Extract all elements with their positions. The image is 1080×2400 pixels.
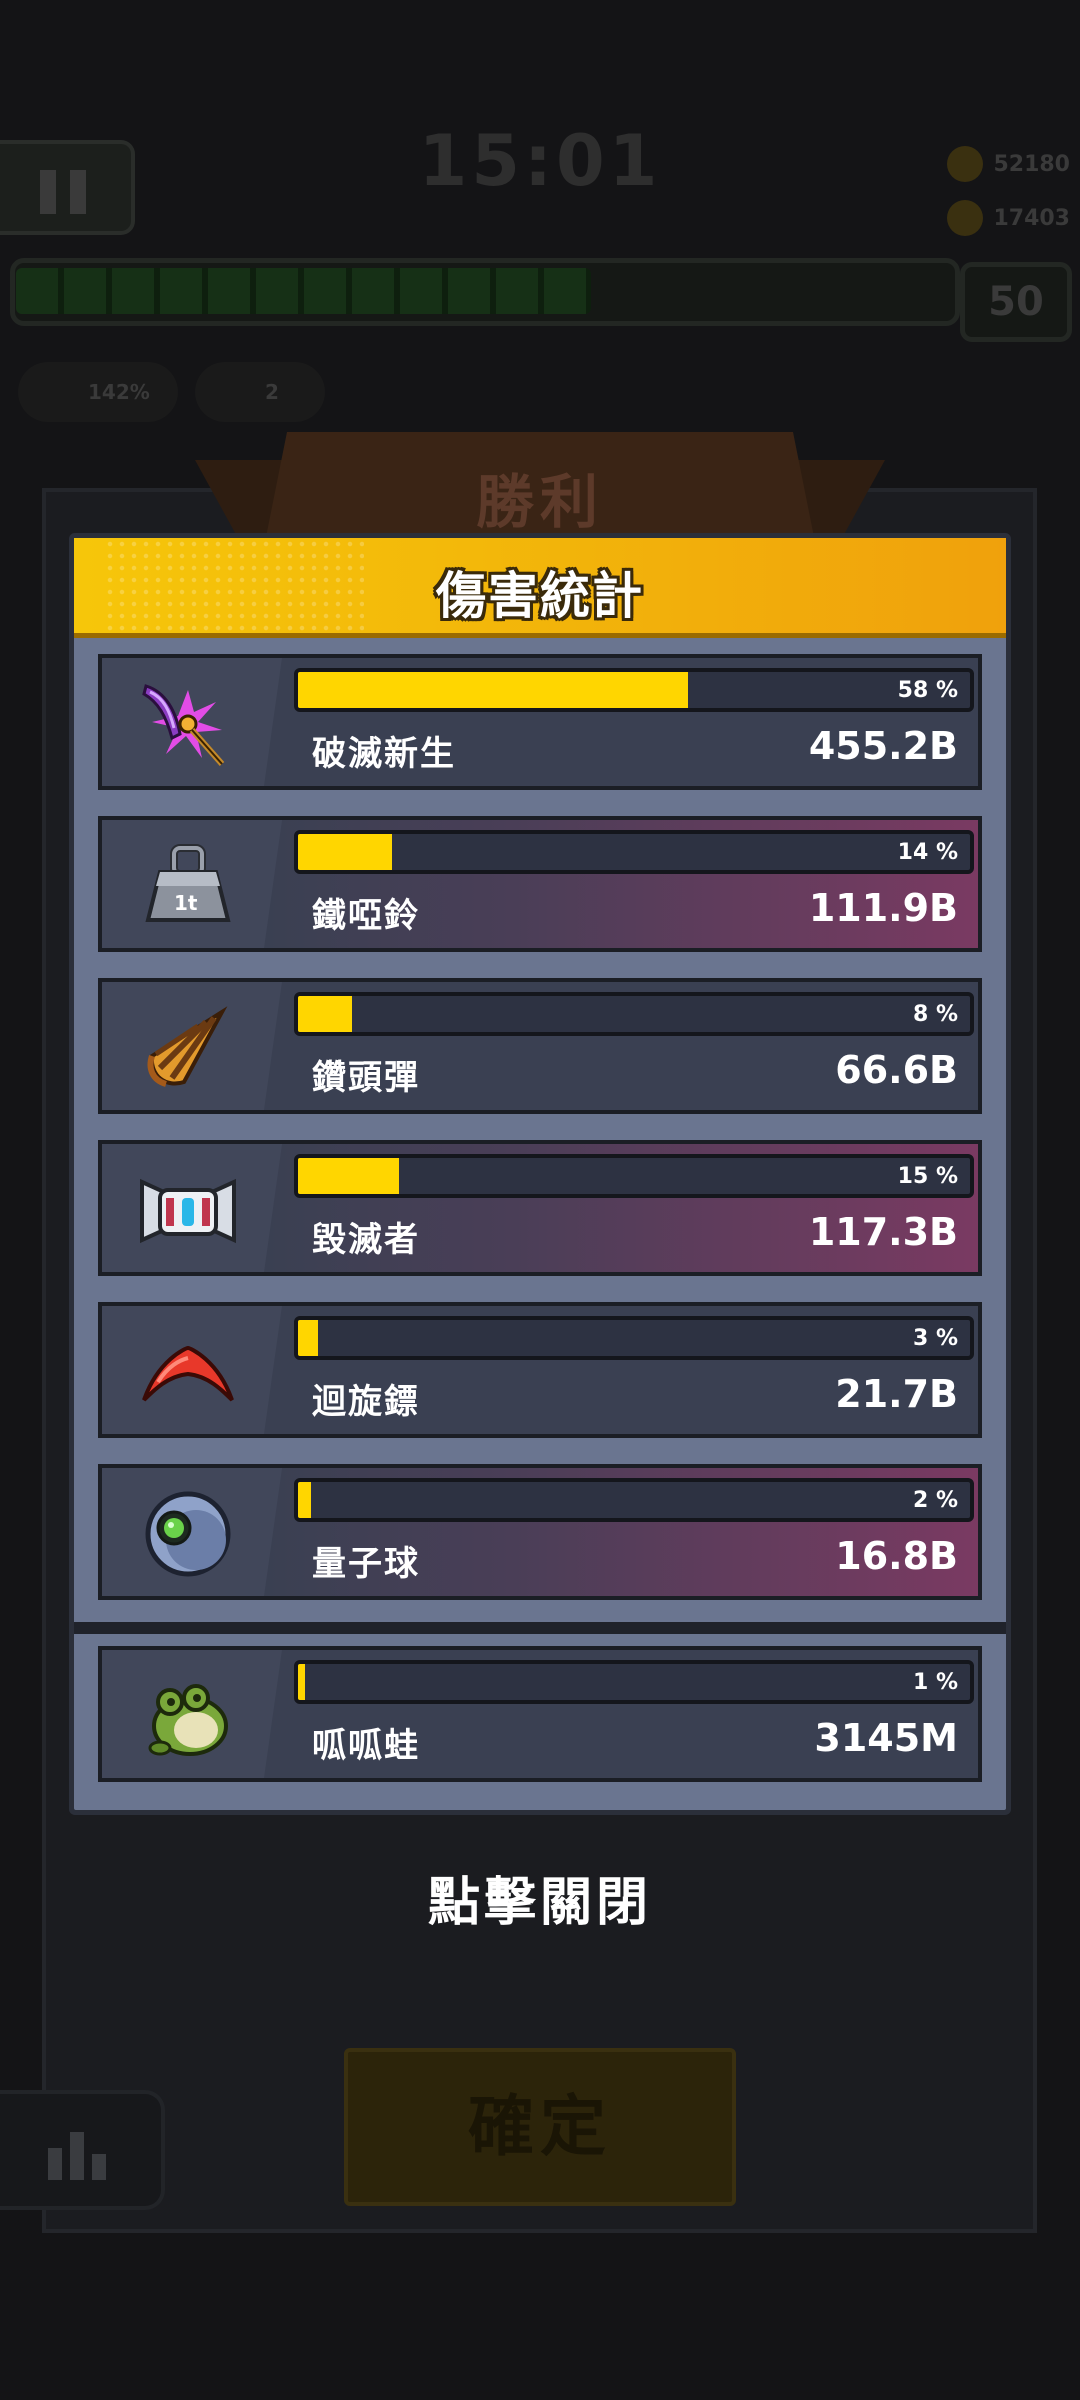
damage-share-percent: 1 % xyxy=(912,1670,958,1695)
drill-bullet-icon xyxy=(147,1006,228,1087)
weapon-name: 破滅新生 xyxy=(312,734,456,774)
damage-share-percent: 15 % xyxy=(897,1164,958,1189)
damage-share-fill xyxy=(298,672,688,708)
weapon-name: 鐵啞鈴 xyxy=(312,896,420,936)
damage-share-bar: 14 % xyxy=(294,830,974,874)
damage-share-percent: 14 % xyxy=(897,840,958,865)
weapon-row: 2 % 量子球 16.8B xyxy=(98,1464,982,1600)
weapon-row: 3 % 迴旋鏢 21.7B xyxy=(98,1302,982,1438)
damage-share-bar: 58 % xyxy=(294,668,974,712)
level-badge: 50 xyxy=(960,262,1072,342)
confirm-button: 確定 xyxy=(344,2048,736,2206)
damage-value: 117.3B xyxy=(808,1210,958,1254)
section-divider xyxy=(74,1622,1006,1634)
damage-share-fill xyxy=(298,1664,305,1700)
pet-name: 呱呱蛙 xyxy=(312,1726,420,1766)
boomerang-icon xyxy=(142,1345,234,1402)
damage-value: 66.6B xyxy=(835,1048,958,1092)
speed-stat: 142% xyxy=(18,362,178,422)
damage-share-fill xyxy=(298,996,352,1032)
damage-stats-header: 傷害統計 xyxy=(74,538,1006,638)
damage-share-fill xyxy=(298,1482,312,1518)
quantum-orb-icon xyxy=(145,1491,231,1577)
revive-stat: 2 xyxy=(195,362,325,422)
damage-share-percent: 58 % xyxy=(897,678,958,703)
coin-counter: 52180 xyxy=(947,146,1070,182)
weapon-name: 量子球 xyxy=(312,1544,420,1584)
weapon-name: 鑽頭彈 xyxy=(312,1058,420,1098)
weapon-row: 15 % 毀滅者 117.3B xyxy=(98,1140,982,1276)
bar-chart-icon xyxy=(48,2132,106,2180)
weapon-name: 毀滅者 xyxy=(312,1220,420,1260)
damage-value: 3145M xyxy=(814,1716,958,1760)
damage-share-percent: 2 % xyxy=(912,1488,958,1513)
iron-dumbbell-icon: 1t xyxy=(145,844,231,922)
svg-text:1t: 1t xyxy=(174,891,198,915)
damage-share-bar: 15 % xyxy=(294,1154,974,1198)
damage-stats-title: 傷害統計 xyxy=(436,567,644,625)
victory-title: 勝利 xyxy=(475,468,604,536)
pet-row: 1 % 呱呱蛙 3145M xyxy=(98,1646,982,1782)
weapon-row: 1t 14 % 鐵啞鈴 111.9B xyxy=(98,816,982,952)
game-timer: 15:01 xyxy=(418,120,662,202)
damage-value: 111.9B xyxy=(808,886,958,930)
coin-icon xyxy=(947,146,984,182)
frog-icon xyxy=(148,1684,228,1756)
weapon-name: 迴旋鏢 xyxy=(312,1382,420,1422)
weapon-row: 58 % 破滅新生 455.2B xyxy=(98,654,982,790)
damage-share-fill xyxy=(298,834,393,870)
tap-to-close-hint[interactable]: 點擊關閉 xyxy=(0,1860,1080,1935)
damage-share-bar: 2 % xyxy=(294,1478,974,1522)
damage-share-percent: 3 % xyxy=(912,1326,958,1351)
xp-bar-fill xyxy=(16,268,591,314)
damage-share-bar: 3 % xyxy=(294,1316,974,1360)
damage-share-percent: 8 % xyxy=(912,1002,958,1027)
kill-counter: 17403 xyxy=(947,200,1070,236)
damage-share-bar: 1 % xyxy=(294,1660,974,1704)
damage-value: 455.2B xyxy=(808,724,958,768)
damage-share-fill xyxy=(298,1320,319,1356)
damage-share-fill xyxy=(298,1158,399,1194)
damage-value: 16.8B xyxy=(835,1534,958,1578)
damage-value: 21.7B xyxy=(835,1372,958,1416)
skull-icon xyxy=(947,200,984,236)
damage-share-bar: 8 % xyxy=(294,992,974,1036)
weapon-row: 8 % 鑽頭彈 66.6B xyxy=(98,978,982,1114)
destroyer-robot-icon xyxy=(140,1178,236,1244)
purple-scythe-icon xyxy=(142,684,225,766)
stats-button xyxy=(0,2090,165,2210)
